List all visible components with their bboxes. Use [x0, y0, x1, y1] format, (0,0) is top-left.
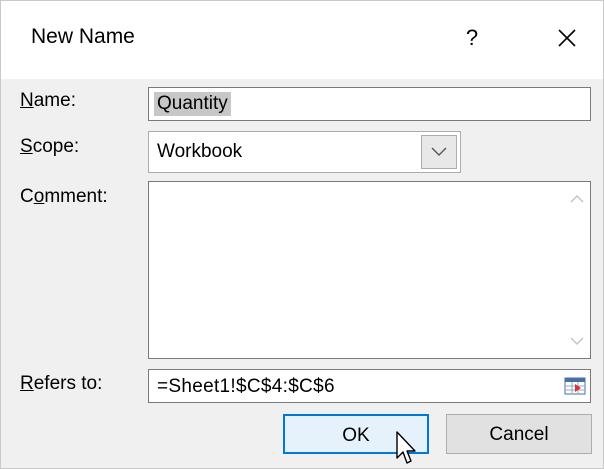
name-input[interactable]: Quantity [148, 87, 591, 121]
title-bar: New Name ? [1, 1, 603, 79]
collapse-dialog-button[interactable] [562, 373, 588, 399]
dialog-title: New Name [31, 25, 135, 48]
comment-scrollbar[interactable] [564, 182, 590, 358]
scope-selected-value: Workbook [157, 141, 243, 162]
scope-dropdown-button[interactable] [421, 135, 457, 169]
name-input-value: Quantity [154, 92, 231, 116]
help-button[interactable]: ? [457, 23, 487, 53]
cancel-button[interactable]: Cancel [446, 414, 592, 454]
close-icon [558, 29, 576, 47]
new-name-dialog: New Name ? Name: Quantity Scope: Workboo… [0, 0, 604, 469]
collapse-dialog-icon [564, 377, 586, 395]
scope-select[interactable]: Workbook [148, 131, 461, 173]
chevron-up-icon[interactable] [570, 194, 584, 204]
mouse-pointer-icon [396, 431, 416, 464]
chevron-down-icon [431, 147, 447, 156]
close-button[interactable] [550, 21, 584, 55]
refers-to-value: =Sheet1!$C$4:$C$6 [157, 376, 335, 397]
scope-label: Scope: [20, 136, 80, 157]
refers-to-label: Refers to: [20, 373, 103, 394]
comment-label: Co mment: [20, 186, 108, 207]
chevron-down-icon[interactable] [570, 336, 584, 346]
comment-textarea[interactable] [148, 181, 591, 359]
name-label: Name: [20, 90, 76, 111]
refers-to-input[interactable]: =Sheet1!$C$4:$C$6 [148, 369, 591, 403]
